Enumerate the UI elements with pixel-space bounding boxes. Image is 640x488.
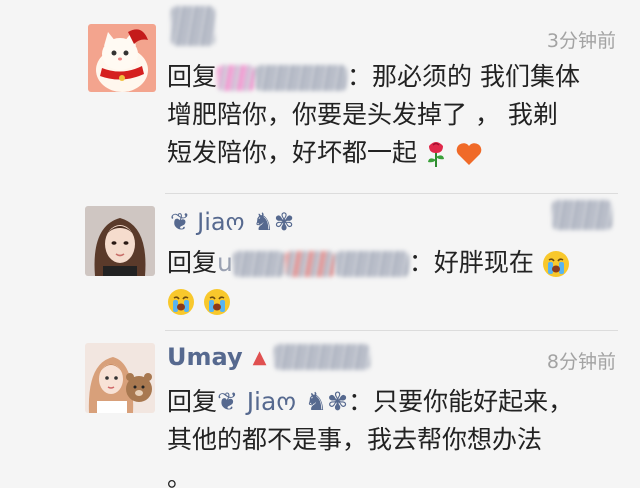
rose-icon — [425, 140, 447, 168]
commenter-name[interactable]: ❦ Jiaო ♞✾ — [167, 204, 297, 240]
comment-text-line2: 其他的都不是事，我去帮你想办法 — [167, 425, 543, 454]
comment-text-line3: 短发陪你，好坏都一起 — [167, 138, 418, 167]
comment-time: 3分钟前 — [546, 30, 616, 52]
comment-text-line1: 只要你能好起来， — [373, 387, 574, 416]
blurred-mention — [334, 251, 409, 277]
blurred-mention — [232, 251, 285, 277]
commenter-name[interactable]: Umay ▲ — [167, 339, 371, 375]
blurred-name — [274, 344, 371, 370]
crying-face-icon — [203, 288, 231, 316]
comment-text: 回复u ：好胖现在 — [167, 244, 622, 320]
name-decoration: ❦ — [170, 208, 191, 236]
comment-text: 好胖现在 — [433, 248, 534, 277]
comment-text: 回复❦ Jiaო ♞✾：只要你能好起来， 其他的都不是事，我去帮你想办法 。 — [167, 383, 622, 488]
comment-text-line2: 增肥陪你，你要是头发掉了 ， 我剃 — [167, 100, 558, 129]
comment-text-line3: 。 — [167, 463, 193, 488]
name-decoration: ♞✾ — [252, 208, 295, 236]
colon: ： — [347, 62, 373, 91]
orange-heart-icon — [455, 141, 483, 167]
comment-text: 回复 ：那必须的 我们集体 增肥陪你，你要是头发掉了 ， 我剃 短发陪你，好坏都一… — [167, 58, 622, 172]
reply-mention[interactable]: ❦ Jiaო ♞✾ — [217, 387, 348, 416]
reply-prefix: 回复 — [167, 62, 218, 91]
comment-feed: 3分钟前 回复 ：那必须的 我们集体 增肥陪你，你要是头发掉了 ， 我剃 短发陪你… — [0, 0, 640, 488]
comment-text-line1: 那必须的 我们集体 — [372, 62, 580, 91]
reply-prefix: 回复 — [167, 248, 218, 277]
mention-decoration: ❦ — [217, 387, 238, 416]
blurred-mention — [255, 65, 348, 91]
mention-name: Jiaო — [246, 387, 296, 416]
crying-face-icon — [167, 288, 195, 316]
commenter-name[interactable] — [167, 6, 215, 46]
crying-face-icon — [542, 250, 570, 278]
girl-avatar-image — [85, 206, 155, 276]
girl-with-bear-avatar-image — [85, 343, 155, 413]
avatar[interactable] — [85, 343, 155, 413]
avatar[interactable] — [85, 206, 155, 276]
mention-decoration: ♞✾ — [304, 387, 349, 416]
warning-icon: ▲ — [252, 346, 267, 368]
commenter-name-text: Jiaო — [197, 208, 245, 236]
avatar[interactable] — [88, 24, 156, 92]
cat-avatar-image — [88, 24, 156, 92]
commenter-name-text: Umay — [167, 343, 243, 371]
comment-time: 8分钟前 — [546, 351, 616, 373]
blurred-time — [552, 200, 612, 230]
colon: ： — [408, 248, 434, 277]
divider — [165, 193, 618, 194]
blurred-name — [171, 6, 215, 46]
reply-partial: u — [217, 248, 233, 277]
blurred-mention — [284, 251, 335, 277]
divider — [165, 330, 618, 331]
blurred-mention — [217, 65, 256, 91]
colon: ： — [348, 387, 374, 416]
reply-prefix: 回复 — [167, 387, 218, 416]
